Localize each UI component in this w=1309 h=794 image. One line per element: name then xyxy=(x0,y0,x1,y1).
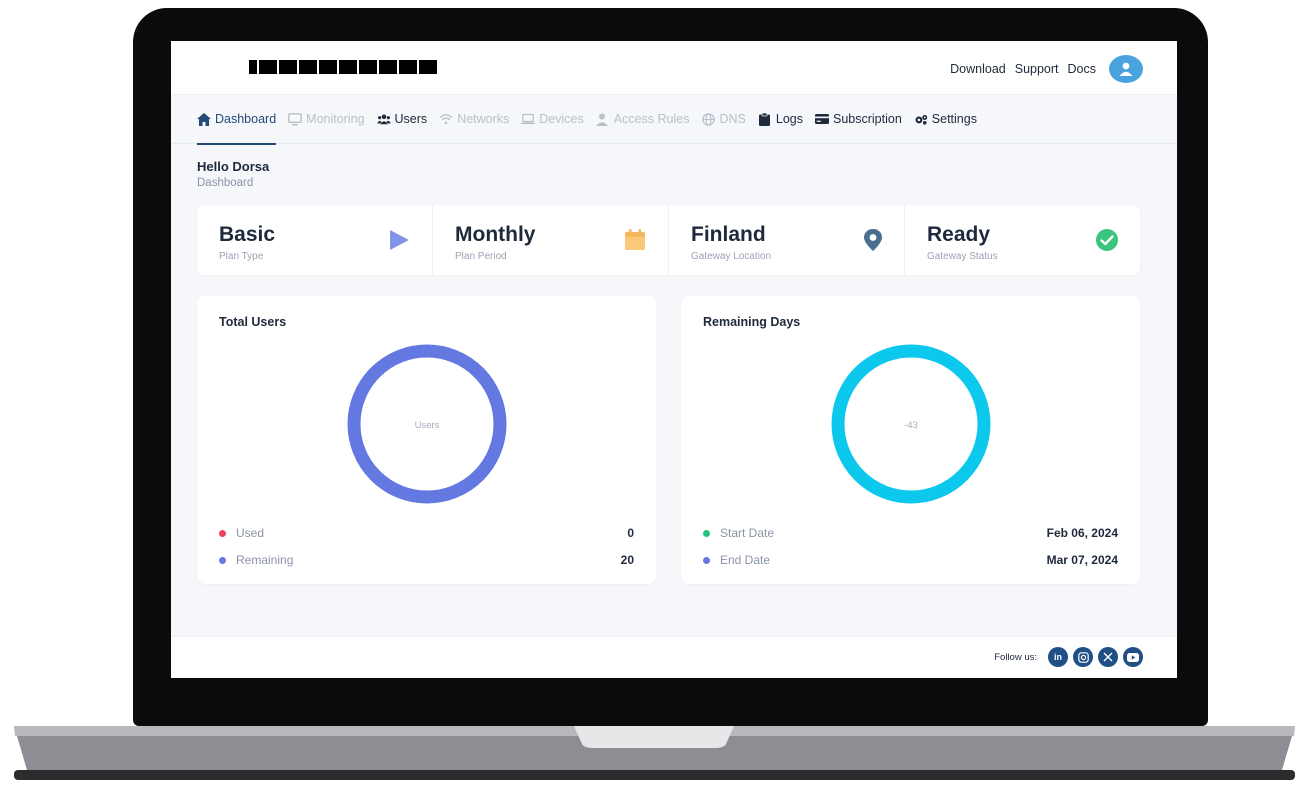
tab-monitoring[interactable]: Monitoring xyxy=(288,95,365,144)
calendar-icon xyxy=(624,229,646,254)
tab-devices-label: Devices xyxy=(539,112,584,126)
map-pin-icon xyxy=(864,229,882,254)
card-title: Remaining Days xyxy=(703,315,801,329)
support-link[interactable]: Support xyxy=(1015,62,1059,76)
greeting: Hello Dorsa Dashboard xyxy=(197,159,269,189)
stat-value: Ready xyxy=(927,223,991,246)
legend-label: End Date xyxy=(720,553,771,567)
credit-card-icon xyxy=(815,112,829,126)
legend-value: Feb 06, 2024 xyxy=(1046,526,1118,540)
tab-users-label: Users xyxy=(394,112,428,126)
total-users-card: Total Users Users Used 0 Remaining 20 xyxy=(197,296,656,584)
tab-access-rules-label: Access Rules xyxy=(613,112,690,126)
stat-gateway-location: Finland Gateway Location xyxy=(669,205,905,275)
legend-value: 20 xyxy=(620,553,634,567)
footer: Follow us: in xyxy=(171,636,1177,678)
legend-dot xyxy=(219,556,226,564)
header-links: Download Support Docs xyxy=(950,55,1143,83)
home-icon xyxy=(197,112,211,126)
legend-row-remaining: Remaining 20 xyxy=(219,553,634,567)
users-donut-center-label: Users xyxy=(415,420,440,431)
check-circle-icon xyxy=(1096,229,1118,254)
laptop-icon xyxy=(521,112,536,126)
instagram-icon[interactable] xyxy=(1073,647,1093,667)
tab-logs[interactable]: Logs xyxy=(758,95,803,144)
legend-label: Remaining xyxy=(236,553,294,567)
tab-subscription-label: Subscription xyxy=(833,112,902,126)
stat-value: Monthly xyxy=(455,223,536,246)
stat-plan-type: Basic Plan Type xyxy=(197,205,433,275)
breadcrumb: Dashboard xyxy=(197,177,254,189)
user-shield-icon xyxy=(595,112,610,126)
card-title: Total Users xyxy=(219,315,287,329)
user-avatar-icon[interactable] xyxy=(1109,55,1143,83)
stat-gateway-status: Ready Gateway Status xyxy=(905,205,1140,275)
stat-label: Plan Type xyxy=(219,251,264,262)
page-title: Hello Dorsa xyxy=(197,159,270,174)
days-donut-chart: -43 xyxy=(831,344,991,504)
legend-row-end-date: End Date Mar 07, 2024 xyxy=(703,553,1118,567)
gears-icon xyxy=(914,112,928,126)
stat-label: Gateway Status xyxy=(927,251,998,262)
legend-value: 0 xyxy=(627,526,634,540)
laptop-base xyxy=(14,724,1295,780)
stat-value: Finland xyxy=(691,223,766,246)
follow-label: Follow us: xyxy=(994,651,1037,663)
tab-networks[interactable]: Networks xyxy=(439,95,509,144)
tab-dashboard[interactable]: Dashboard xyxy=(197,95,277,145)
wifi-icon xyxy=(439,112,453,126)
x-twitter-icon[interactable] xyxy=(1098,647,1118,667)
legend-dot xyxy=(703,556,710,564)
tab-access-rules[interactable]: Access Rules xyxy=(595,95,690,144)
tab-settings-label: Settings xyxy=(931,112,977,126)
globe-icon xyxy=(701,112,715,126)
legend-value: Mar 07, 2024 xyxy=(1046,553,1118,567)
stat-plan-period: Monthly Plan Period xyxy=(433,205,669,275)
legend-row-start-date: Start Date Feb 06, 2024 xyxy=(703,526,1118,540)
tab-dns-label: DNS xyxy=(719,112,746,126)
top-header: Download Support Docs xyxy=(171,41,1177,95)
social-links: Follow us: in xyxy=(994,647,1143,667)
docs-link[interactable]: Docs xyxy=(1068,62,1096,76)
play-icon xyxy=(388,229,410,254)
users-donut-chart: Users xyxy=(347,344,507,504)
legend-dot xyxy=(703,529,710,537)
remaining-days-card: Remaining Days -43 Start Date Feb 06, 20… xyxy=(681,296,1140,584)
tab-logs-label: Logs xyxy=(775,112,803,126)
legend-label: Used xyxy=(236,526,265,540)
download-link[interactable]: Download xyxy=(950,62,1006,76)
stat-label: Plan Period xyxy=(455,251,507,262)
tab-devices[interactable]: Devices xyxy=(521,95,584,144)
users-icon xyxy=(376,112,391,126)
tab-subscription[interactable]: Subscription xyxy=(815,95,902,144)
legend-dot xyxy=(219,529,226,537)
linkedin-icon[interactable]: in xyxy=(1048,647,1068,667)
tab-users[interactable]: Users xyxy=(376,95,428,144)
tab-settings[interactable]: Settings xyxy=(914,95,977,144)
legend-row-used: Used 0 xyxy=(219,526,634,540)
tab-dashboard-label: Dashboard xyxy=(215,112,277,126)
app-screen: Download Support Docs Dashboard Monitori… xyxy=(171,41,1177,678)
clipboard-icon xyxy=(758,112,772,126)
legend-label: Start Date xyxy=(720,526,775,540)
brand-logo[interactable] xyxy=(249,60,439,74)
stat-value: Basic xyxy=(219,223,276,246)
stat-label: Gateway Location xyxy=(691,251,772,262)
tab-dns[interactable]: DNS xyxy=(701,95,746,144)
tab-monitoring-label: Monitoring xyxy=(306,112,365,126)
youtube-icon[interactable] xyxy=(1123,647,1143,667)
stat-cards: Basic Plan Type Monthly Plan Period Finl… xyxy=(197,205,1140,275)
main-nav: Dashboard Monitoring Users Networks Devi… xyxy=(171,95,1177,145)
laptop-mockup: Download Support Docs Dashboard Monitori… xyxy=(0,0,1309,794)
monitor-icon xyxy=(288,112,303,126)
tab-networks-label: Networks xyxy=(457,112,510,126)
days-donut-center-label: -43 xyxy=(904,420,918,431)
